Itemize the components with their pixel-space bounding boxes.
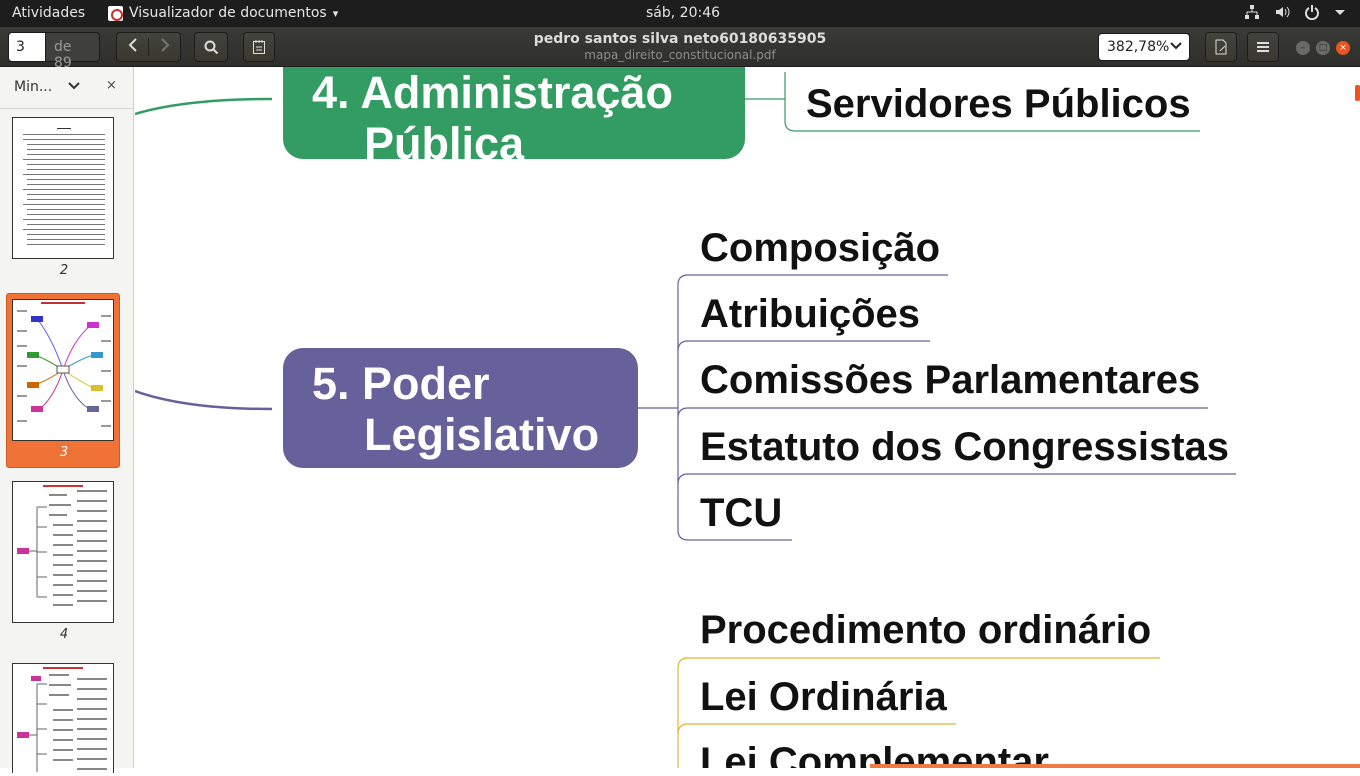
thumbnail-label: 2 (59, 263, 69, 278)
mindmap-leaf-atribuicoes: Atribuições (700, 292, 921, 336)
node-title-line2: Pública (364, 118, 525, 169)
clock[interactable]: sáb, 20:46 (646, 5, 720, 21)
search-icon (204, 40, 218, 54)
menu-arrow-icon[interactable] (1334, 4, 1346, 20)
header-bar: 3 de 89 pedro santos silva neto601806359… (0, 27, 1360, 71)
annotations-button[interactable] (243, 32, 275, 62)
chevron-left-icon (128, 38, 137, 52)
hamburger-menu-icon (1257, 42, 1269, 52)
page-navigation (116, 32, 181, 62)
mindmap-thumbnail-image (17, 667, 107, 772)
chevron-down-icon (1170, 42, 1182, 50)
mindmap-thumbnail-image (17, 302, 111, 427)
document-filename: mapa_direito_constitucional.pdf (584, 48, 776, 62)
minimize-button[interactable]: – (1296, 41, 1310, 55)
mindmap-leaf-tcu: TCU (700, 491, 783, 535)
mindmap-thumbnail-image (17, 485, 107, 606)
mindmap-leaf-estatuto-congressistas: Estatuto dos Congressistas (700, 425, 1230, 469)
page-total: de 89 (46, 32, 100, 71)
close-sidebar-button[interactable]: × (106, 78, 117, 93)
mindmap-leaf-lei-ordinaria: Lei Ordinária (700, 675, 947, 719)
app-menu-button[interactable]: Visualizador de documentos ▾ (108, 5, 338, 21)
thumbnail-page-4[interactable] (12, 481, 114, 623)
power-icon[interactable] (1304, 4, 1320, 20)
node-title-line2: Legislativo (364, 409, 600, 460)
notepad-icon (253, 40, 265, 54)
thumbnail-sidebar: Min... × 2 3 4 (0, 67, 134, 773)
thumbnail-page-5[interactable] (12, 663, 114, 773)
main-menu-button[interactable] (1247, 32, 1279, 62)
app-menu-label: Visualizador de documentos (129, 5, 327, 21)
thumbnail-label: 4 (59, 627, 69, 642)
search-button[interactable] (194, 32, 228, 62)
mindmap-node-administracao-publica: 4. Administração Pública (283, 67, 745, 169)
mindmap-leaf-composicao: Composição (700, 226, 941, 270)
page-selector: 3 de 89 (8, 32, 100, 71)
sidebar-header: Min... × (0, 67, 133, 109)
system-tray[interactable] (1244, 4, 1346, 20)
network-icon[interactable] (1244, 4, 1260, 20)
window-title: pedro santos silva neto60180635905 mapa_… (430, 31, 930, 62)
mindmap-leaf-procedimento-ordinario: Procedimento ordinário (700, 608, 1152, 652)
mindmap-node-poder-legislativo: 5. Poder Legislativo (283, 348, 638, 468)
close-window-button[interactable]: × (1336, 41, 1350, 55)
mindmap-leaf-comissoes-parlamentares: Comissões Parlamentares (700, 358, 1201, 402)
document-properties-button[interactable] (1205, 32, 1237, 62)
volume-icon[interactable] (1274, 4, 1290, 20)
system-top-bar: Atividades Visualizador de documentos ▾ … (0, 0, 1360, 27)
node-title-line1: 5. Poder (312, 358, 490, 409)
document-viewer-icon (108, 5, 123, 21)
document-view[interactable]: 4. Administração Pública Servidores Públ… (135, 67, 1360, 768)
thumbnail-page-2[interactable] (12, 117, 114, 259)
node-title-line1: 4. Administração (312, 67, 673, 118)
chevron-down-icon[interactable] (68, 78, 80, 94)
thumbnail-page-3[interactable] (12, 299, 114, 441)
maximize-button[interactable]: □ (1316, 41, 1330, 55)
previous-page-button[interactable] (117, 38, 148, 56)
thumbnail-label: 3 (59, 445, 69, 460)
next-page-button[interactable] (148, 38, 180, 56)
page-number-input[interactable]: 3 (8, 32, 46, 62)
zoom-value: 382,78% (1107, 39, 1170, 55)
selection-indicator (870, 764, 1360, 768)
document-title: pedro santos silva neto60180635905 (533, 31, 827, 47)
document-icon (1215, 39, 1227, 55)
sidebar-view-selector[interactable]: Min... (14, 79, 52, 95)
chevron-down-icon: ▾ (332, 6, 339, 20)
chevron-right-icon (160, 38, 169, 52)
zoom-selector[interactable]: 382,78% (1098, 33, 1190, 61)
mindmap-leaf-servidores-publicos: Servidores Públicos (806, 82, 1191, 126)
vertical-scrollbar[interactable] (1355, 85, 1360, 101)
activities-button[interactable]: Atividades (12, 5, 85, 21)
